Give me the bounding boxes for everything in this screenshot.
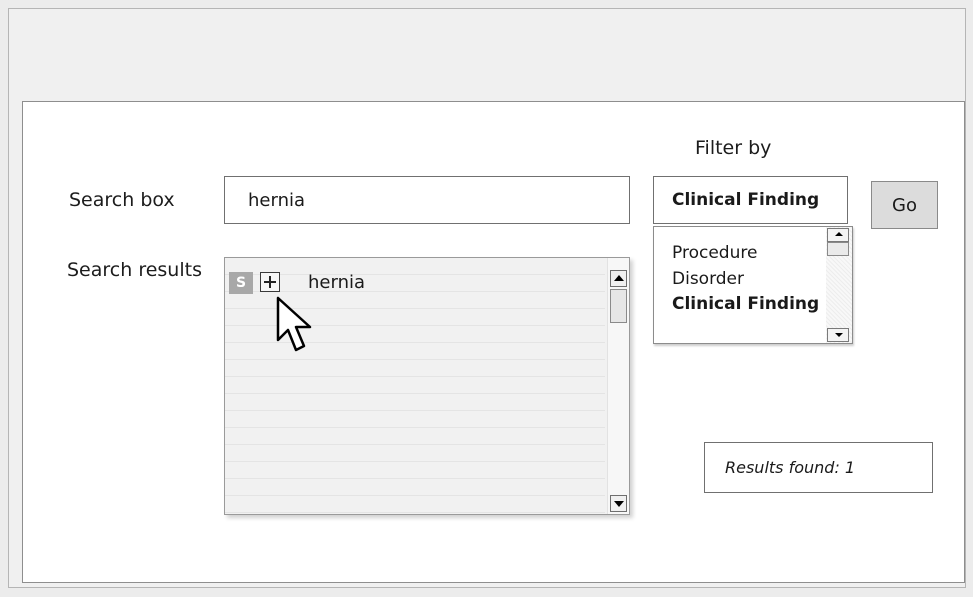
plus-box-icon[interactable] (260, 272, 280, 292)
search-results-label: Search results (67, 259, 202, 281)
results-scrollbar[interactable] (607, 258, 629, 514)
filter-select[interactable]: Clinical Finding (653, 176, 848, 224)
result-text[interactable]: hernia (308, 272, 365, 293)
scroll-thumb[interactable] (610, 289, 627, 323)
scroll-up-button[interactable] (610, 270, 627, 287)
filter-scroll-down-button[interactable] (827, 328, 849, 342)
filter-by-label: Filter by (695, 137, 772, 159)
arrow-down-icon (835, 333, 843, 337)
pointer-cursor-icon (276, 296, 312, 352)
arrow-up-icon (835, 232, 843, 236)
semantic-tag-badge: S (229, 272, 253, 294)
result-row[interactable]: S hernia (229, 269, 601, 294)
arrow-up-icon (614, 275, 624, 281)
filter-scroll-up-button[interactable] (827, 228, 849, 242)
filter-option-procedure[interactable]: Procedure (672, 243, 757, 263)
go-button[interactable]: Go (871, 181, 938, 229)
filter-options-list[interactable]: Procedure Disorder Clinical Finding (653, 226, 853, 344)
filter-option-clinical-finding[interactable]: Clinical Finding (672, 294, 819, 314)
arrow-down-icon (614, 501, 624, 507)
scroll-down-button[interactable] (610, 495, 627, 512)
search-box-label: Search box (69, 189, 175, 211)
results-found-status: Results found: 1 (704, 442, 933, 493)
filter-scroll-thumb[interactable] (827, 242, 849, 256)
filter-scrollbar[interactable] (826, 227, 852, 343)
search-input[interactable]: hernia (224, 176, 630, 224)
filter-option-disorder[interactable]: Disorder (672, 269, 744, 289)
